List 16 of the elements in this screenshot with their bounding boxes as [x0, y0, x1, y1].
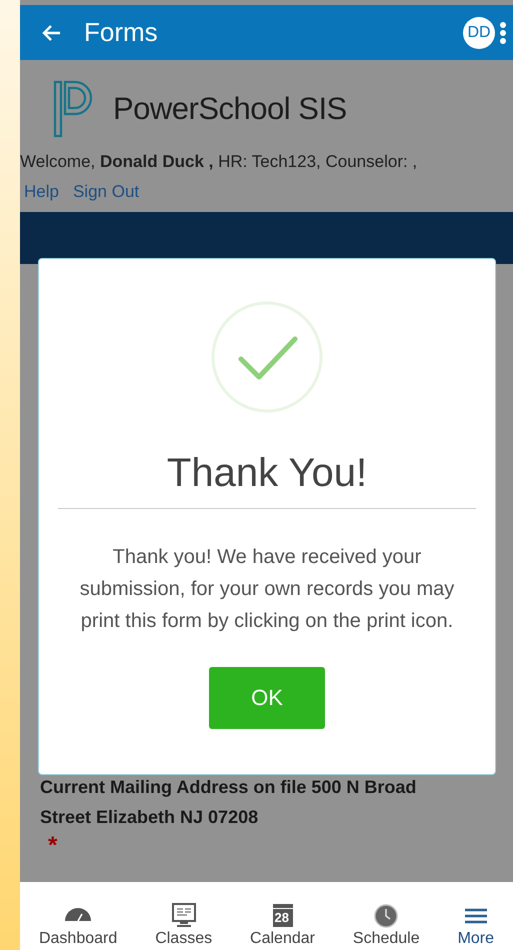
- nav-tab[interactable]: More: [458, 900, 494, 948]
- nav-tab[interactable]: Classes: [155, 900, 212, 948]
- more-options-icon[interactable]: [499, 20, 507, 44]
- nav-tab[interactable]: 28 Calendar: [250, 900, 315, 948]
- avatar[interactable]: DD: [463, 16, 495, 48]
- required-mark: *: [47, 832, 58, 860]
- dialog-message: Thank you! We have received your submission, for your own records you may print this form by clicking on the print icon.: [78, 545, 456, 634]
- logo-text: PowerSchool SIS: [113, 91, 347, 127]
- screen-title: Forms: [84, 17, 159, 48]
- date-number: 28: [274, 910, 289, 925]
- question-text: Current Mailing Address on file 500 N Broad Street Elizabeth NJ 07208: [39, 776, 418, 829]
- nav-tab[interactable]: Schedule: [352, 900, 420, 948]
- dialog-title: Thank You!: [58, 451, 476, 509]
- welcome-text: Welcome, Donald Duck , HR: Tech123, Counselor: ,: [20, 152, 418, 172]
- nav-tab[interactable]: Dashboard: [38, 900, 118, 948]
- checkmark-icon: [211, 301, 323, 413]
